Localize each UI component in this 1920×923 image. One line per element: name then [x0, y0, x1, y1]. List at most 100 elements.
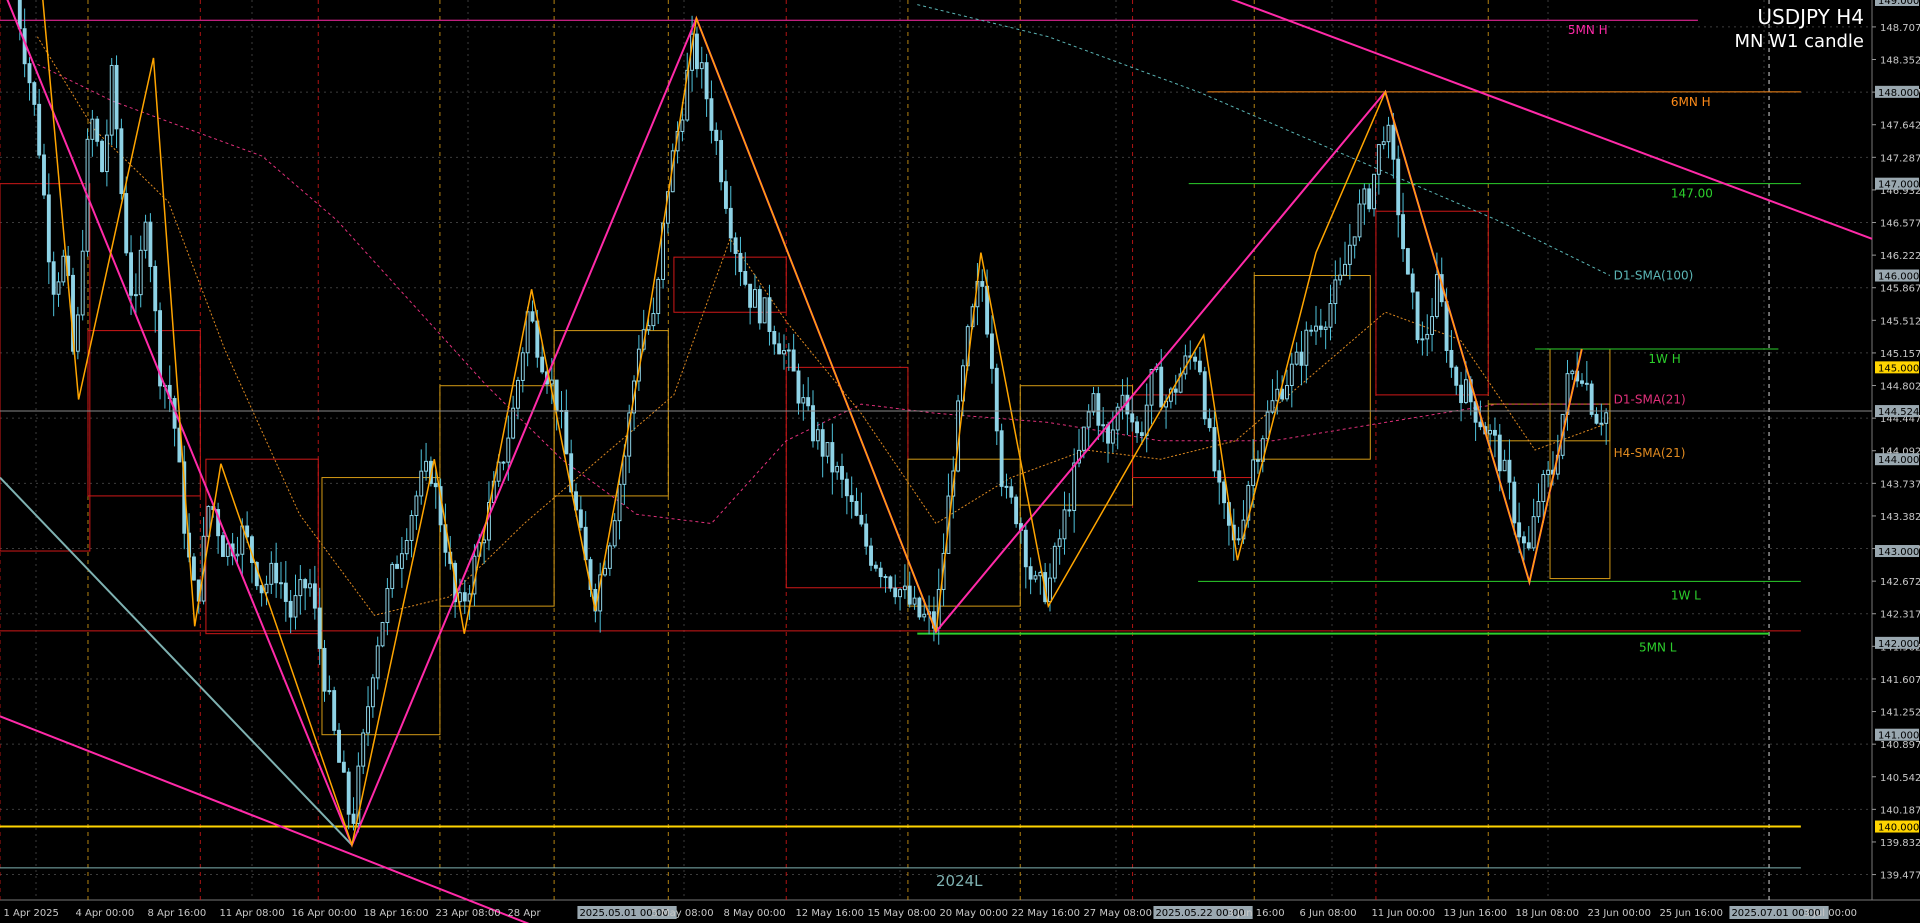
- candle-body: [806, 397, 811, 407]
- candle-body: [888, 576, 893, 589]
- candle-body: [864, 523, 869, 547]
- level-label: 5MN H: [1568, 23, 1608, 37]
- candle-body: [1492, 429, 1497, 436]
- candle-body: [554, 379, 559, 412]
- candle-body: [1512, 481, 1517, 524]
- candle-body: [42, 154, 46, 196]
- candle-body: [777, 343, 782, 355]
- candle-body: [873, 564, 878, 569]
- candle-body: [1594, 413, 1599, 424]
- candle-body: [1285, 384, 1289, 400]
- candle-body: [1057, 538, 1062, 547]
- candle-body: [375, 645, 380, 679]
- candle-body: [1130, 413, 1135, 423]
- candle-body: [719, 140, 724, 183]
- candle-body: [893, 587, 898, 598]
- candle-body: [1081, 426, 1086, 451]
- candle-body: [1522, 536, 1526, 544]
- candle-body: [1352, 236, 1357, 246]
- sma-d1-100-line: [917, 4, 1611, 276]
- candle-body: [994, 367, 999, 432]
- candle-body: [714, 129, 719, 142]
- candle-body: [1048, 577, 1052, 603]
- price-tag-label: 144.524: [1878, 407, 1919, 418]
- x-tick-label: 22 May 16:00: [1011, 908, 1080, 919]
- candle-body: [1463, 379, 1468, 404]
- candle-body: [385, 588, 390, 624]
- candle-body: [1193, 356, 1198, 362]
- candle-body: [1478, 421, 1483, 428]
- candle-body: [1318, 325, 1323, 330]
- candle-body: [1270, 400, 1275, 413]
- candle-body: [279, 582, 283, 585]
- candle-body: [395, 563, 400, 569]
- candle-body: [1004, 485, 1009, 488]
- x-tick-label: 12 May 16:00: [795, 908, 864, 919]
- candle-body: [844, 478, 849, 497]
- candle-body: [622, 455, 627, 485]
- candle-body: [501, 461, 506, 464]
- candle-body: [346, 771, 351, 815]
- x-tick-label: 15 May 08:00: [867, 908, 936, 919]
- candle-body: [143, 221, 148, 251]
- candle-body: [1009, 486, 1014, 498]
- candle-body: [762, 297, 767, 324]
- candle-body: [1304, 329, 1309, 366]
- symbol-title: USDJPY H4: [1757, 5, 1864, 29]
- candle-body: [1062, 509, 1067, 540]
- candle-body: [351, 813, 356, 824]
- candle-body: [612, 520, 617, 547]
- candle-body: [303, 579, 308, 589]
- candle-mode-label: MN W1 candle: [1734, 31, 1864, 52]
- y-tick-label: 140.897: [1880, 740, 1920, 751]
- candle-body: [1067, 509, 1072, 512]
- candle-body: [1488, 429, 1493, 435]
- candle-body: [1386, 124, 1391, 143]
- candle-body: [694, 33, 699, 70]
- candlestick-chart[interactable]: 5MN H 6MN H 147.00 1W H 1W L 5MN L 2024L D1-SMA…: [0, 0, 1920, 923]
- candle-body: [56, 281, 61, 295]
- candle-body: [27, 63, 32, 84]
- y-tick-label: 143.382: [1880, 512, 1920, 523]
- candle-body: [520, 352, 525, 381]
- candle-body: [1256, 459, 1260, 462]
- candle-body: [980, 281, 985, 287]
- candle-body: [1459, 384, 1464, 404]
- level-label: 2024L: [936, 872, 983, 890]
- candle-body: [1110, 429, 1115, 444]
- indicator-label: D1-SMA(21): [1614, 392, 1686, 406]
- x-tick-label: 5 May 08:00: [651, 908, 713, 919]
- y-tick-label: 145.157: [1880, 349, 1920, 360]
- candle-body: [835, 465, 840, 473]
- candle-body: [1391, 124, 1396, 160]
- x-tick-label: 28 Apr: [507, 908, 541, 919]
- candle-body: [999, 430, 1004, 487]
- candle-body: [332, 690, 337, 731]
- period-candle-box: [1132, 394, 1255, 479]
- chart-area[interactable]: 5MN H 6MN H 147.00 1W H 1W L 5MN L 2024L D1-SMA…: [0, 0, 1920, 923]
- candle-body: [1449, 349, 1454, 368]
- candle-body: [1144, 404, 1149, 436]
- candle-body: [337, 729, 341, 763]
- y-tick-label: 140.187: [1880, 805, 1920, 816]
- candle-body: [399, 553, 404, 569]
- candle-body: [220, 535, 225, 557]
- candle-body: [733, 237, 738, 254]
- price-tag-label: 143.000: [1878, 547, 1919, 558]
- candle-body: [1265, 411, 1270, 440]
- candle-body: [1343, 263, 1347, 276]
- candle-body: [1580, 380, 1584, 384]
- x-tick-label: 23 Jun 00:00: [1587, 908, 1651, 919]
- candle-body: [767, 297, 772, 332]
- candle-body: [1604, 412, 1609, 424]
- candle-body: [1376, 144, 1381, 175]
- candle-body: [1357, 203, 1362, 238]
- candle-body: [341, 761, 346, 773]
- candle-body: [1314, 325, 1318, 332]
- candle-body: [1410, 273, 1415, 293]
- candle-body: [516, 379, 520, 409]
- candle-body: [462, 592, 467, 602]
- candle-body: [1434, 274, 1439, 318]
- candle-body: [1328, 303, 1333, 328]
- y-tick-label: 141.252: [1880, 708, 1920, 719]
